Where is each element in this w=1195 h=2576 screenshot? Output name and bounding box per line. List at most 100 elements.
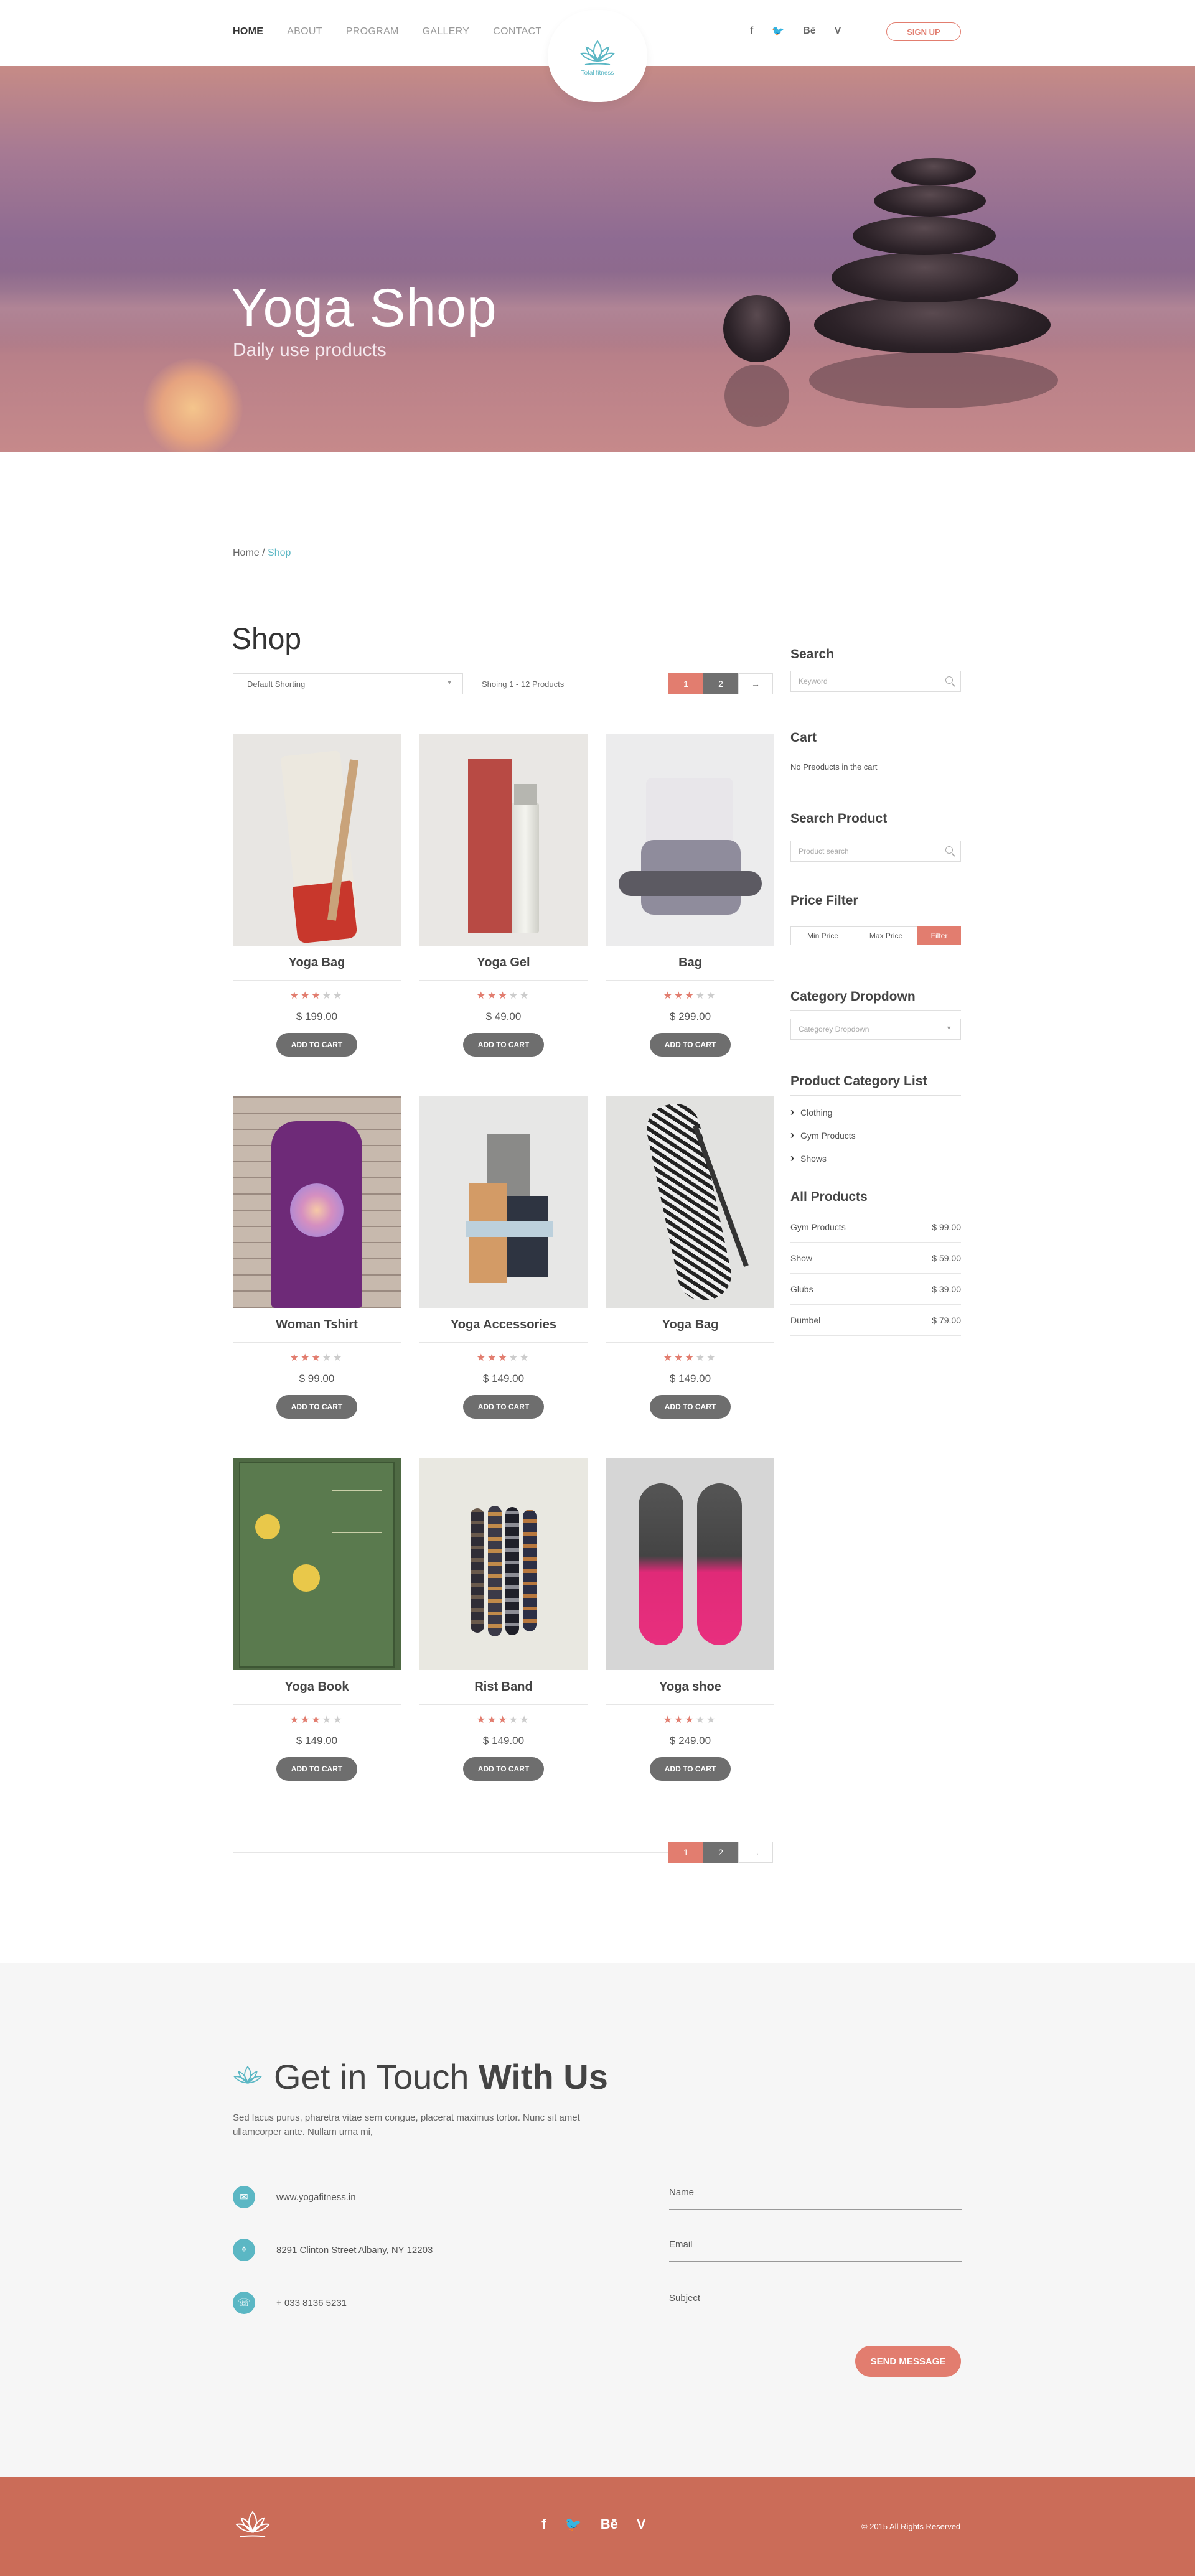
- product-image[interactable]: [606, 1458, 774, 1670]
- list-item[interactable]: Glubs $ 39.00: [790, 1274, 961, 1305]
- product-name[interactable]: Rist Band: [419, 1680, 588, 1694]
- product-card: Woman Tshirt ★★★★★ $ 99.00 ADD TO CART: [233, 1096, 401, 1458]
- website-text[interactable]: www.yogafitness.in: [276, 2192, 356, 2203]
- nav-program[interactable]: PROGRAM: [346, 26, 399, 37]
- header-socials: f 🐦 Bē V: [750, 25, 841, 37]
- nav-about[interactable]: ABOUT: [287, 26, 322, 37]
- divider: [606, 1342, 774, 1343]
- category-list: Clothing Gym Products Shows: [790, 1106, 961, 1165]
- facebook-icon[interactable]: f: [750, 26, 753, 37]
- product-image[interactable]: [606, 734, 774, 946]
- showing-count: Shoing 1 - 12 Products: [482, 679, 565, 689]
- add-to-cart-button[interactable]: ADD TO CART: [650, 1395, 731, 1419]
- product-name[interactable]: Yoga Bag: [606, 1318, 774, 1332]
- next-page-button[interactable]: →: [738, 1842, 773, 1863]
- pagination-line: [233, 1852, 668, 1853]
- sidebar-category-list: Product Category List Clothing Gym Produ…: [790, 1074, 961, 1165]
- send-message-button[interactable]: SEND MESSAGE: [855, 2346, 961, 2377]
- product-price: $ 99.00: [299, 1373, 335, 1384]
- product-card: Yoga Book ★★★★★ $ 149.00 ADD TO CART: [233, 1458, 401, 1821]
- product-name[interactable]: Yoga Bag: [233, 956, 401, 970]
- add-to-cart-button[interactable]: ADD TO CART: [650, 1033, 731, 1057]
- category-item-shows[interactable]: Shows: [790, 1152, 961, 1165]
- signup-button[interactable]: SIGN UP: [886, 22, 961, 41]
- product-image[interactable]: [419, 1096, 588, 1308]
- flower-1: [255, 1514, 280, 1539]
- copyright: © 2015 All Rights Reserved: [861, 2522, 961, 2531]
- search-icon[interactable]: [945, 846, 953, 854]
- product-card: Rist Band ★★★★★ $ 149.00 ADD TO CART: [419, 1458, 588, 1821]
- add-to-cart-button[interactable]: ADD TO CART: [463, 1033, 544, 1057]
- contact-section: Get in Touch With Us Sed lacus purus, ph…: [0, 1963, 1195, 2477]
- gel-cap: [514, 784, 537, 805]
- add-to-cart-button[interactable]: ADD TO CART: [276, 1757, 357, 1781]
- page-1-button[interactable]: 1: [668, 1842, 703, 1863]
- product-price: $ 149.00: [482, 1373, 525, 1384]
- product-name[interactable]: Yoga Accessories: [419, 1318, 588, 1332]
- add-to-cart-button[interactable]: ADD TO CART: [463, 1757, 544, 1781]
- vimeo-icon[interactable]: V: [835, 26, 841, 37]
- behance-icon[interactable]: Bē: [601, 2516, 618, 2532]
- lotus-icon: [580, 39, 615, 65]
- add-to-cart-button[interactable]: ADD TO CART: [650, 1757, 731, 1781]
- item-price: $ 99.00: [932, 1221, 961, 1232]
- strap: [466, 1221, 553, 1237]
- page-2-button[interactable]: 2: [703, 673, 738, 694]
- product-name[interactable]: Woman Tshirt: [233, 1318, 401, 1332]
- page-2-button[interactable]: 2: [703, 1842, 738, 1863]
- main-nav: HOME ABOUT PROGRAM GALLERY CONTACT: [233, 26, 541, 37]
- site-header: HOME ABOUT PROGRAM GALLERY CONTACT Total…: [0, 0, 1195, 102]
- stone-ball: [723, 295, 790, 362]
- email-field[interactable]: Email: [669, 2233, 962, 2262]
- product-image[interactable]: [233, 1096, 401, 1308]
- sort-select[interactable]: Default Shorting ▼: [233, 673, 463, 694]
- facebook-icon[interactable]: f: [541, 2516, 546, 2532]
- product-name[interactable]: Bag: [606, 956, 774, 970]
- nav-contact[interactable]: CONTACT: [493, 26, 541, 37]
- page-1-button[interactable]: 1: [668, 673, 703, 694]
- next-page-button[interactable]: →: [738, 673, 773, 694]
- name-field[interactable]: Name: [669, 2181, 962, 2210]
- product-search-input[interactable]: Product search: [790, 841, 961, 862]
- add-to-cart-button[interactable]: ADD TO CART: [276, 1033, 357, 1057]
- search-icon[interactable]: [945, 676, 953, 684]
- breadcrumb-current: Shop: [265, 548, 291, 558]
- page: HOME ABOUT PROGRAM GALLERY CONTACT Total…: [0, 0, 1195, 1863]
- breadcrumb-home[interactable]: Home /: [233, 548, 265, 558]
- list-item[interactable]: Dumbel $ 79.00: [790, 1305, 961, 1336]
- product-image[interactable]: [233, 1458, 401, 1670]
- max-price-field[interactable]: Max Price: [855, 926, 917, 945]
- product-image[interactable]: [419, 734, 588, 946]
- vimeo-icon[interactable]: V: [637, 2516, 646, 2532]
- search-placeholder: Keyword: [799, 677, 828, 686]
- lotus-icon[interactable]: [233, 2506, 273, 2543]
- twitter-icon[interactable]: 🐦: [772, 25, 784, 37]
- search-input[interactable]: Keyword: [790, 671, 961, 692]
- product-image[interactable]: [233, 734, 401, 946]
- subject-field[interactable]: Subject: [669, 2287, 962, 2315]
- add-to-cart-button[interactable]: ADD TO CART: [276, 1395, 357, 1419]
- twitter-icon[interactable]: 🐦: [565, 2516, 581, 2532]
- min-price-field[interactable]: Min Price: [790, 926, 855, 945]
- category-item-gym-products[interactable]: Gym Products: [790, 1129, 961, 1142]
- list-item[interactable]: Show $ 59.00: [790, 1243, 961, 1274]
- product-name[interactable]: Yoga Gel: [419, 956, 588, 970]
- logo[interactable]: Total fitness: [548, 10, 647, 102]
- sidebar-category-dropdown: Category Dropdown Categorey Dropdown ▼: [790, 989, 961, 1040]
- hero-title: Yoga Shop: [232, 278, 497, 338]
- category-item-clothing[interactable]: Clothing: [790, 1106, 961, 1119]
- product-name[interactable]: Yoga Book: [233, 1680, 401, 1694]
- contact-description: Sed lacus purus, pharetra vitae sem cong…: [233, 2112, 580, 2137]
- product-image[interactable]: [606, 1096, 774, 1308]
- filter-button[interactable]: Filter: [917, 926, 961, 945]
- product-image[interactable]: [419, 1458, 588, 1670]
- contact-website: ✉ www.yogafitness.in: [233, 2186, 356, 2208]
- rating-stars: ★★★★★: [663, 991, 718, 1001]
- category-select[interactable]: Categorey Dropdown ▼: [790, 1019, 961, 1040]
- add-to-cart-button[interactable]: ADD TO CART: [463, 1395, 544, 1419]
- list-item[interactable]: Gym Products $ 99.00: [790, 1211, 961, 1243]
- nav-gallery[interactable]: GALLERY: [423, 26, 470, 37]
- behance-icon[interactable]: Bē: [803, 26, 815, 37]
- nav-home[interactable]: HOME: [233, 26, 263, 37]
- product-name[interactable]: Yoga shoe: [606, 1680, 774, 1694]
